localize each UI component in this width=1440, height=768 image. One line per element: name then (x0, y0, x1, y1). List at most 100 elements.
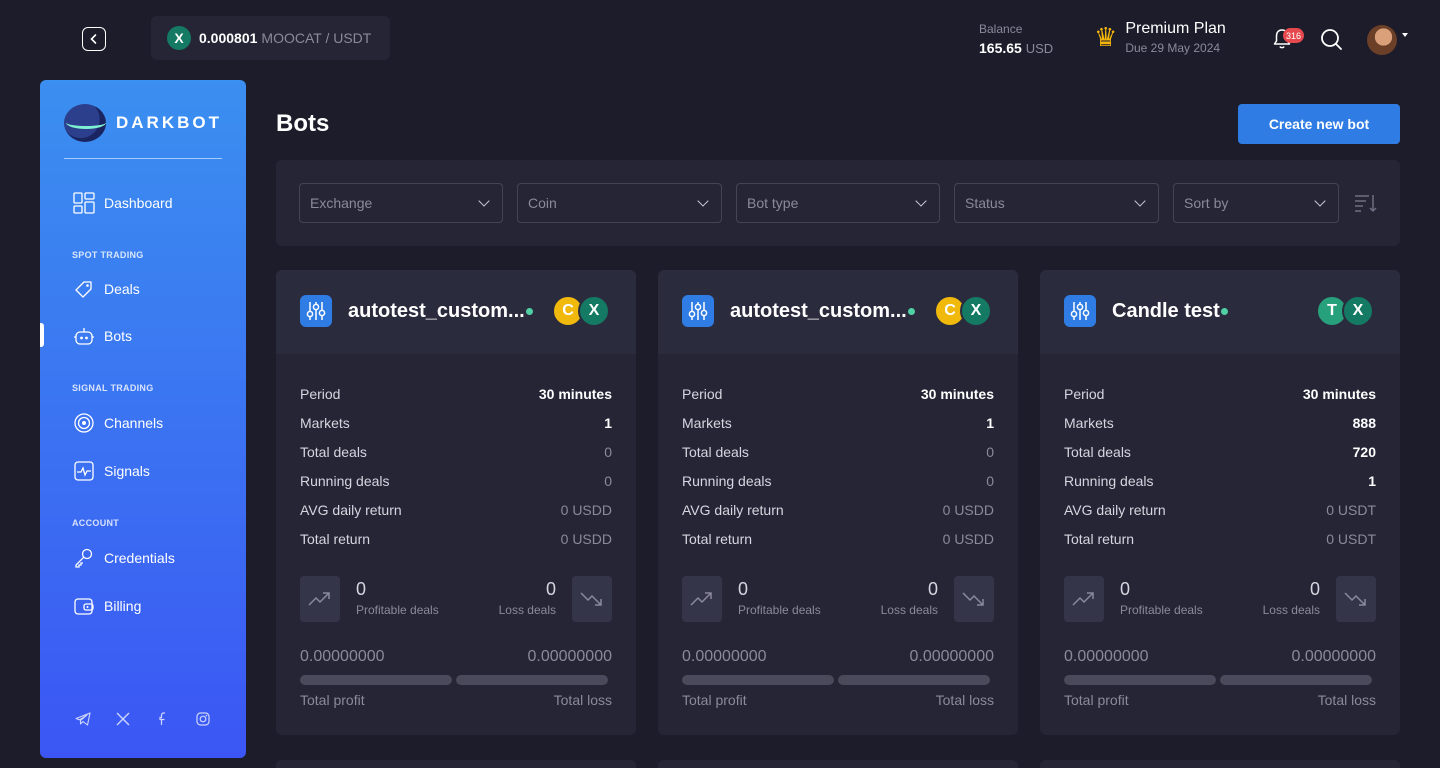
stat-row: AVG daily return 0 USDT (1064, 502, 1376, 531)
chevron-down-icon (1134, 195, 1146, 207)
stat-row: Total deals 0 (682, 444, 994, 473)
select-placeholder: Sort by (1184, 195, 1229, 211)
total-deals-value: 720 (1352, 444, 1376, 460)
bot-card[interactable]: Candle test T X Period 30 minutes Markets… (1040, 270, 1400, 735)
profit-loss-amounts: 0.00000000 0.00000000 (682, 648, 994, 666)
total-profit-label: Total profit (300, 692, 365, 708)
profitable-deals-label: Profitable deals (1120, 603, 1203, 617)
trending-down-icon (954, 576, 994, 622)
notification-badge: 316 (1283, 28, 1305, 43)
coin-select[interactable]: Coin (517, 183, 722, 223)
sidebar-item-bots[interactable]: Bots (72, 324, 132, 348)
sliders-icon (682, 295, 714, 327)
total-return-value: 0 USDD (560, 531, 612, 547)
stat-label: AVG daily return (1064, 502, 1166, 518)
total-loss-amount: 0.00000000 (527, 648, 612, 665)
bot-name[interactable]: autotest_custom... (348, 300, 525, 323)
bot-stats: Period 30 minutes Markets 1 Total deals 0 R… (682, 386, 994, 560)
create-new-bot-button[interactable]: Create new bot (1238, 104, 1400, 144)
stat-label: Total deals (682, 444, 749, 460)
running-deals-value: 0 (986, 473, 994, 489)
sidebar-item-channels[interactable]: Channels (72, 411, 163, 435)
chevron-down-icon[interactable] (1402, 33, 1408, 37)
stat-row: Markets 1 (300, 415, 612, 444)
bot-stats: Period 30 minutes Markets 1 Total deals 0 R… (300, 386, 612, 560)
stat-row: Running deals 0 (682, 473, 994, 502)
filter-bar: Exchange Coin Bot type Status Sort by (276, 160, 1400, 246)
stat-row: Markets 1 (682, 415, 994, 444)
sidebar-item-credentials[interactable]: Credentials (72, 546, 175, 570)
stat-label: Period (682, 386, 723, 402)
bot-name[interactable]: autotest_custom... (730, 300, 907, 323)
loss-deals-count: 0 (1309, 579, 1320, 599)
logo-mark (64, 104, 106, 142)
sort-by-select[interactable]: Sort by (1173, 183, 1339, 223)
avg-daily-return-value: 0 USDT (1326, 502, 1376, 518)
active-indicator (40, 323, 44, 347)
price-ticker[interactable]: X 0.000801 MOOCAT / USDT (151, 16, 390, 60)
collapse-sidebar-button[interactable] (82, 27, 106, 51)
bot-name[interactable]: Candle test (1112, 300, 1220, 323)
select-placeholder: Bot type (747, 195, 799, 211)
profit-loss-labels: Total profit Total loss (1064, 692, 1376, 708)
section-spot-trading: SPOT TRADING (72, 250, 144, 260)
logo[interactable]: DARKBOT (64, 104, 222, 142)
chevron-down-icon (478, 195, 490, 207)
balance-currency: USD (1025, 41, 1054, 56)
profitable-deals-count: 0 (1120, 579, 1131, 599)
sidebar: DARKBOT Dashboard SPOT TRADING Deals Bot… (40, 80, 246, 758)
stat-label: Total deals (300, 444, 367, 460)
tag-icon (72, 277, 96, 301)
plan-name: Premium Plan (1125, 20, 1226, 37)
period-value: 30 minutes (538, 386, 612, 402)
stat-row: Running deals 0 (300, 473, 612, 502)
bot-card[interactable]: autotest_custom... C X Period 30 minutes … (658, 270, 1018, 735)
profit-bar (682, 675, 834, 685)
status-select[interactable]: Status (954, 183, 1159, 223)
exchange-select[interactable]: Exchange (299, 183, 503, 223)
facebook-icon[interactable] (154, 710, 172, 728)
trending-down-icon (1336, 576, 1376, 622)
profit-loss-labels: Total profit Total loss (300, 692, 612, 708)
sidebar-item-label: Bots (104, 328, 133, 344)
profit-loss-summary: 0 Profitable deals 0 Loss deals (1064, 576, 1376, 622)
chia-coin-icon: X (960, 295, 992, 327)
stat-row: Period 30 minutes (682, 386, 994, 415)
sidebar-item-billing[interactable]: Billing (72, 594, 141, 618)
bot-card-partial (658, 760, 1018, 768)
sidebar-item-dashboard[interactable]: Dashboard (72, 191, 173, 215)
bot-card[interactable]: autotest_custom... C X Period 30 minutes … (276, 270, 636, 735)
instagram-icon[interactable] (194, 710, 212, 728)
stat-row: Total return 0 USDD (682, 531, 994, 560)
markets-value: 1 (986, 415, 994, 431)
loss-bar (1220, 675, 1372, 685)
running-deals-value: 0 (604, 473, 612, 489)
section-account: ACCOUNT (72, 518, 120, 528)
sort-order-icon[interactable] (1353, 193, 1377, 213)
stat-row: Markets 888 (1064, 415, 1376, 444)
markets-value: 1 (604, 415, 612, 431)
chevron-down-icon (1314, 195, 1326, 207)
profit-loss-amounts: 0.00000000 0.00000000 (300, 648, 612, 666)
logo-text: DARKBOT (116, 113, 222, 132)
avatar[interactable] (1367, 25, 1397, 55)
stat-label: Markets (300, 415, 350, 431)
stat-label: Running deals (300, 473, 390, 489)
bot-card-partial (276, 760, 636, 768)
x-twitter-icon[interactable] (114, 710, 132, 728)
stat-label: Markets (1064, 415, 1114, 431)
balance-label: Balance (979, 22, 1023, 36)
sidebar-item-deals[interactable]: Deals (72, 277, 140, 301)
bot-type-select[interactable]: Bot type (736, 183, 940, 223)
bot-card-header: autotest_custom... C X (276, 270, 636, 354)
sidebar-item-signals[interactable]: Signals (72, 459, 150, 483)
plan-info[interactable]: ♛ Premium Plan Due 29 May 2024 (1094, 20, 1226, 55)
telegram-icon[interactable] (74, 710, 92, 728)
search-icon[interactable] (1320, 28, 1342, 50)
balance: Balance 165.65 USD (979, 22, 1053, 56)
profitable-deals-count: 0 (738, 579, 749, 599)
stat-label: Total return (1064, 531, 1135, 547)
loss-deals-label: Loss deals (1262, 603, 1320, 617)
trending-up-icon (1064, 576, 1104, 622)
stat-row: Total return 0 USDT (1064, 531, 1376, 560)
